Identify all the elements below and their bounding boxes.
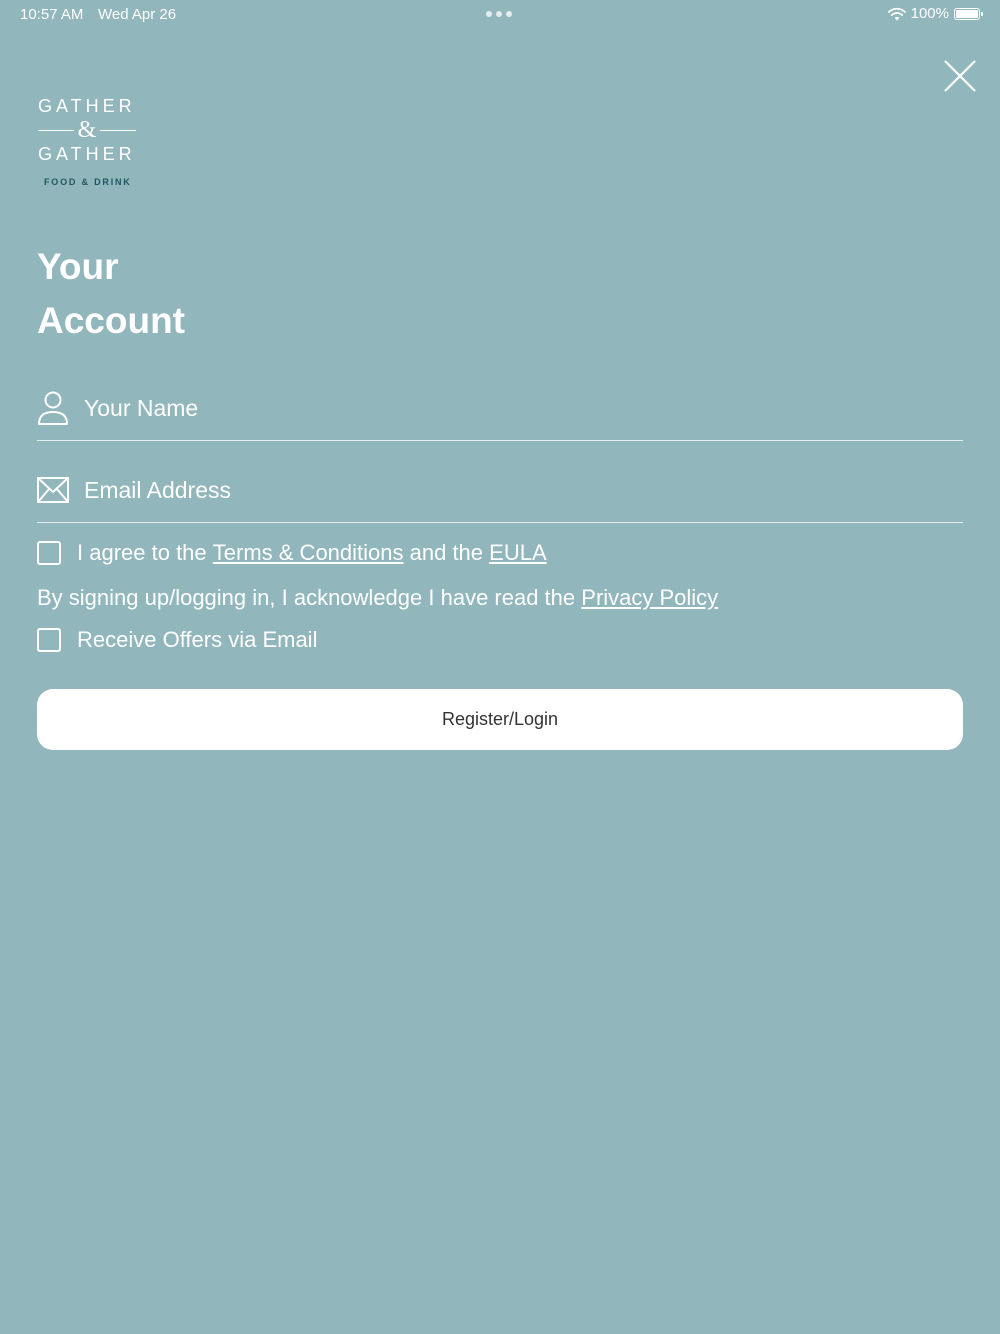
battery-percent: 100% bbox=[910, 5, 949, 22]
wifi-icon bbox=[887, 7, 906, 20]
terms-prefix: I agree to the bbox=[77, 540, 213, 565]
terms-middle: and the bbox=[403, 540, 490, 565]
offers-row: Receive Offers via Email bbox=[37, 627, 317, 653]
logo-word-bottom: GATHER bbox=[38, 144, 136, 164]
person-icon bbox=[38, 391, 68, 425]
page-title-line1: Your bbox=[37, 246, 119, 287]
logo-word-top: GATHER bbox=[38, 96, 136, 116]
page-title: Your Account bbox=[37, 240, 185, 348]
terms-link[interactable]: Terms & Conditions bbox=[213, 540, 404, 566]
eula-link[interactable]: EULA bbox=[489, 540, 546, 566]
status-bar: 10:57 AM Wed Apr 26 100% bbox=[0, 0, 1000, 30]
status-indicators: 100% bbox=[887, 5, 983, 22]
register-login-button[interactable]: Register/Login bbox=[37, 689, 963, 750]
offers-label: Receive Offers via Email bbox=[77, 627, 318, 652]
logo-ampersand: & bbox=[77, 117, 97, 143]
name-input[interactable] bbox=[84, 392, 944, 424]
close-icon[interactable] bbox=[942, 58, 978, 94]
envelope-icon bbox=[37, 477, 69, 503]
status-date: Wed Apr 26 bbox=[98, 6, 177, 23]
privacy-policy-link[interactable]: Privacy Policy bbox=[581, 585, 718, 610]
multitasking-dots-icon[interactable] bbox=[486, 11, 512, 17]
email-field[interactable] bbox=[37, 466, 963, 523]
status-time: 10:57 AM bbox=[20, 6, 84, 23]
offers-checkbox[interactable] bbox=[37, 628, 61, 652]
page-title-line2: Account bbox=[37, 300, 185, 341]
terms-agreement-row: I agree to the Terms & Conditions and th… bbox=[37, 540, 547, 566]
logo-tagline: FOOD & DRINK bbox=[44, 177, 132, 187]
name-field[interactable] bbox=[37, 384, 963, 441]
terms-checkbox[interactable] bbox=[37, 541, 61, 565]
privacy-notice: By signing up/logging in, I acknowledge … bbox=[37, 585, 718, 611]
email-input[interactable] bbox=[84, 474, 944, 506]
battery-icon bbox=[954, 7, 983, 20]
brand-logo: GATHER & GATHER FOOD & DRINK bbox=[38, 95, 137, 187]
logo-ampersand-row: & bbox=[38, 117, 137, 143]
privacy-prefix: By signing up/logging in, I acknowledge … bbox=[37, 585, 582, 610]
